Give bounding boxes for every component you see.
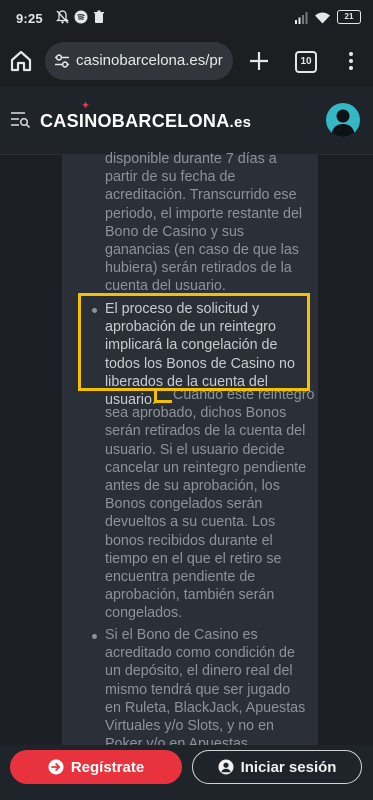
login-label: Iniciar sesión [240,758,337,776]
logo-main: CASINOBARCELONA [40,111,230,131]
status-bar: 9:25 21 [0,0,373,36]
paragraph-bonus-validity: disponible durante 7 días a partir de su… [105,151,303,295]
signal-icon [295,11,308,24]
tab-switcher-button[interactable]: 10 [295,51,317,73]
battery-icon: 21 [337,10,361,24]
arrow-circle-icon [48,759,64,775]
url-text[interactable]: casinobarcelona.es/pr [76,52,223,69]
home-icon[interactable] [8,48,34,74]
site-header: ✦ CASINOBARCELONA.es [0,86,373,155]
site-settings-icon[interactable] [54,53,70,69]
paragraph-withdrawal-rest: Cuando este reintegro sea aprobado, dich… [105,387,315,622]
login-button[interactable]: Iniciar sesión [192,750,362,784]
bottom-action-bar: Regístrate Iniciar sesión [0,745,373,800]
browser-toolbar: casinobarcelona.es/pr 10 [0,36,373,86]
muted-bell-icon [56,10,69,24]
bullet [92,308,97,313]
paragraph-deposit-condition: Si el Bono de Casino es acreditado como … [105,627,306,752]
user-circle-icon [218,759,234,775]
avatar[interactable] [326,103,360,137]
status-time: 9:25 [16,11,43,26]
more-menu-icon[interactable] [343,49,359,73]
register-label: Regístrate [70,758,145,776]
bullet [92,634,97,639]
user-icon [331,109,355,137]
register-button[interactable]: Regístrate [10,750,182,784]
menu-icon[interactable] [10,110,32,130]
new-tab-icon[interactable] [247,49,271,73]
address-bar[interactable]: casinobarcelona.es/pr [45,42,233,80]
wifi-icon [315,12,330,23]
logo-suffix: .es [229,114,252,131]
trash-icon [94,10,104,23]
status-right-icons: 21 [294,10,361,24]
site-logo[interactable]: CASINOBARCELONA.es [40,111,251,132]
status-left-icons [56,10,105,24]
spotify-icon [74,10,88,24]
